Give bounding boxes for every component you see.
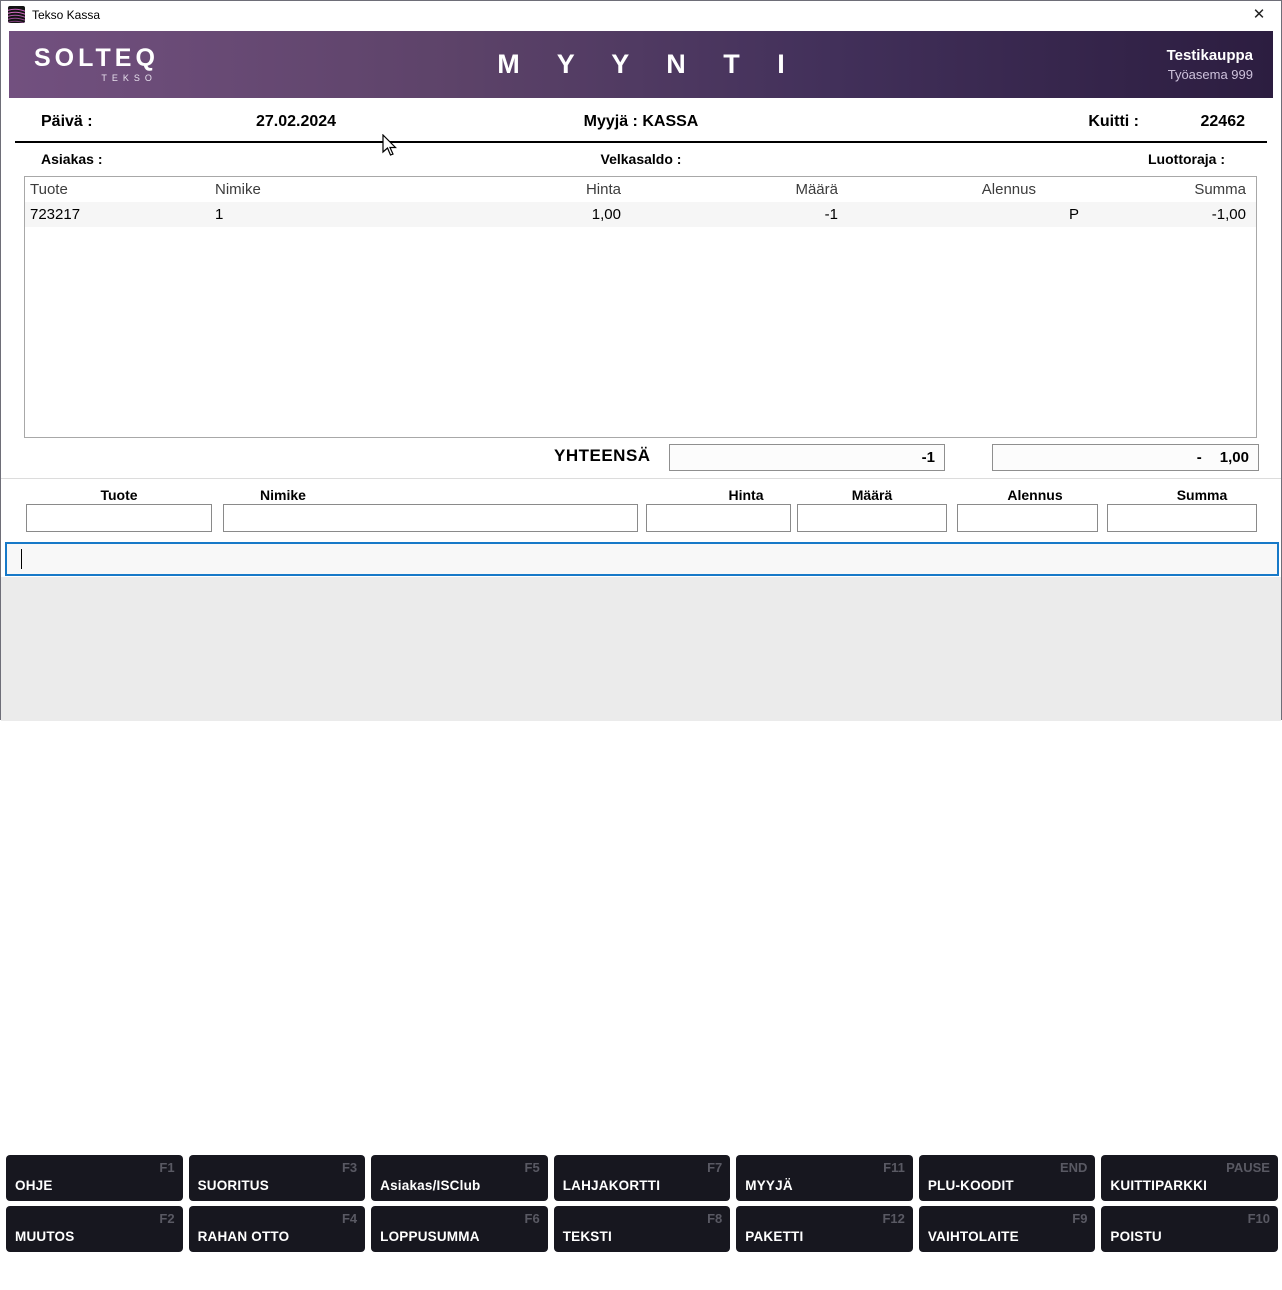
info-row-1: Päivä : 27.02.2024 Myyjä : KASSA Kuitti … bbox=[1, 113, 1281, 133]
window-title: Tekso Kassa bbox=[32, 8, 100, 22]
button-fkey: F10 bbox=[1248, 1211, 1270, 1226]
page-title: M Y Y N T I bbox=[9, 49, 1273, 80]
button-fkey: F4 bbox=[342, 1211, 357, 1226]
button-label: SUORITUS bbox=[198, 1178, 269, 1193]
store-name: Testikauppa bbox=[1167, 46, 1253, 66]
maara-input[interactable] bbox=[797, 504, 947, 532]
button-label: PAKETTI bbox=[745, 1229, 803, 1244]
muutos-button[interactable]: MUUTOS F2 bbox=[6, 1206, 183, 1252]
teksti-button[interactable]: TEKSTI F8 bbox=[554, 1206, 731, 1252]
receipt-label: Kuitti : bbox=[1088, 113, 1139, 131]
button-label: LOPPUSUMMA bbox=[380, 1229, 480, 1244]
rahan-otto-button[interactable]: RAHAN OTTO F4 bbox=[189, 1206, 366, 1252]
totals-label: YHTEENSÄ bbox=[554, 446, 651, 466]
cell-summa: -1,00 bbox=[1079, 206, 1246, 223]
button-fkey: F12 bbox=[882, 1211, 904, 1226]
cell-alennus: P bbox=[838, 206, 1079, 223]
cell-nimike: 1 bbox=[215, 206, 471, 223]
cell-maara: -1 bbox=[621, 206, 838, 223]
button-fkey: F11 bbox=[883, 1160, 905, 1175]
button-fkey: PAUSE bbox=[1226, 1160, 1270, 1175]
store-info: Testikauppa Työasema 999 bbox=[1167, 46, 1253, 84]
text-caret bbox=[21, 549, 22, 569]
divider-line-light bbox=[1, 478, 1281, 479]
total-amount-sign: - bbox=[1197, 449, 1202, 466]
col-header-hinta: Hinta bbox=[471, 181, 621, 198]
paketti-button[interactable]: PAKETTI F12 bbox=[736, 1206, 913, 1252]
button-fkey: F2 bbox=[159, 1211, 174, 1226]
message-bar bbox=[11, 1257, 1273, 1290]
workstation-id: Työasema 999 bbox=[1167, 66, 1253, 84]
button-fkey: F5 bbox=[525, 1160, 540, 1175]
col-header-summa: Summa bbox=[1036, 181, 1246, 198]
button-fkey: F9 bbox=[1072, 1211, 1087, 1226]
button-fkey: F1 bbox=[159, 1160, 174, 1175]
button-fkey: F6 bbox=[525, 1211, 540, 1226]
entry-label-hinta: Hinta bbox=[646, 487, 791, 503]
total-quantity-box: -1 bbox=[669, 444, 945, 471]
button-fkey: F7 bbox=[707, 1160, 722, 1175]
alennus-input[interactable] bbox=[957, 504, 1098, 532]
button-fkey: F3 bbox=[342, 1160, 357, 1175]
close-icon[interactable]: ✕ bbox=[1245, 3, 1273, 25]
app-logo-icon bbox=[8, 6, 25, 23]
tuote-input[interactable] bbox=[26, 504, 212, 532]
kuittiparkki-button[interactable]: KUITTIPARKKI PAUSE bbox=[1101, 1155, 1278, 1201]
button-label: PLU-KOODIT bbox=[928, 1178, 1014, 1193]
button-label: Asiakas/ISClub bbox=[380, 1178, 480, 1193]
total-quantity-value: -1 bbox=[922, 449, 935, 466]
myyja-button[interactable]: MYYJÄ F11 bbox=[736, 1155, 913, 1201]
plu-koodit-button[interactable]: PLU-KOODIT END bbox=[919, 1155, 1096, 1201]
col-header-alennus: Alennus bbox=[838, 181, 1036, 198]
button-label: POISTU bbox=[1110, 1229, 1161, 1244]
col-header-tuote: Tuote bbox=[30, 181, 215, 198]
table-header-row: Tuote Nimike Hinta Määrä Alennus Summa bbox=[25, 177, 1256, 202]
button-label: RAHAN OTTO bbox=[198, 1229, 290, 1244]
loppusumma-button[interactable]: LOPPUSUMMA F6 bbox=[371, 1206, 548, 1252]
debt-label: Velkasaldo : bbox=[1, 151, 1281, 167]
asiakas-isclub-button[interactable]: Asiakas/ISClub F5 bbox=[371, 1155, 548, 1201]
suoritus-button[interactable]: SUORITUS F3 bbox=[189, 1155, 366, 1201]
command-input[interactable] bbox=[5, 542, 1279, 576]
entry-label-tuote: Tuote bbox=[26, 487, 212, 503]
total-amount-box: - 1,00 bbox=[992, 444, 1259, 471]
cell-hinta: 1,00 bbox=[471, 206, 621, 223]
vaihtolaite-button[interactable]: VAIHTOLAITE F9 bbox=[919, 1206, 1096, 1252]
button-label: TEKSTI bbox=[563, 1229, 612, 1244]
entry-label-nimike: Nimike bbox=[223, 487, 343, 503]
entry-label-maara: Määrä bbox=[797, 487, 947, 503]
sales-table: Tuote Nimike Hinta Määrä Alennus Summa 7… bbox=[24, 176, 1257, 438]
receipt-number: 22462 bbox=[1201, 113, 1246, 131]
entry-label-summa: Summa bbox=[1107, 487, 1257, 503]
ohje-button[interactable]: OHJE F1 bbox=[6, 1155, 183, 1201]
button-fkey: F8 bbox=[707, 1211, 722, 1226]
button-label: MYYJÄ bbox=[745, 1178, 793, 1193]
titlebar: Tekso Kassa ✕ bbox=[1, 1, 1281, 28]
total-amount-value: 1,00 bbox=[1220, 449, 1249, 466]
function-key-grid: OHJE F1 SUORITUS F3 Asiakas/ISClub F5 LA… bbox=[6, 1155, 1278, 1252]
function-key-area: OHJE F1 SUORITUS F3 Asiakas/ISClub F5 LA… bbox=[1, 577, 1281, 721]
tekso-kassa-window: { "window": { "title": "Tekso Kassa", "c… bbox=[0, 0, 1282, 720]
col-header-nimike: Nimike bbox=[215, 181, 471, 198]
button-label: VAIHTOLAITE bbox=[928, 1229, 1019, 1244]
button-label: OHJE bbox=[15, 1178, 53, 1193]
button-label: MUUTOS bbox=[15, 1229, 74, 1244]
hinta-input[interactable] bbox=[646, 504, 791, 532]
col-header-maara: Määrä bbox=[621, 181, 838, 198]
poistu-button[interactable]: POISTU F10 bbox=[1101, 1206, 1278, 1252]
app-header: SOLTEQ TEKSO M Y Y N T I Testikauppa Työ… bbox=[9, 31, 1273, 98]
entry-label-alennus: Alennus bbox=[957, 487, 1098, 503]
divider-line bbox=[15, 141, 1267, 143]
credit-label: Luottoraja : bbox=[1148, 151, 1225, 167]
info-row-2: Asiakas : Velkasaldo : Luottoraja : bbox=[1, 151, 1281, 169]
lahjakortti-button[interactable]: LAHJAKORTTI F7 bbox=[554, 1155, 731, 1201]
button-fkey: END bbox=[1060, 1160, 1087, 1175]
button-label: LAHJAKORTTI bbox=[563, 1178, 660, 1193]
table-row[interactable]: 723217 1 1,00 -1 P -1,00 bbox=[25, 202, 1256, 227]
nimike-input[interactable] bbox=[223, 504, 638, 532]
button-label: KUITTIPARKKI bbox=[1110, 1178, 1207, 1193]
cell-tuote: 723217 bbox=[30, 206, 215, 223]
summa-input[interactable] bbox=[1107, 504, 1257, 532]
